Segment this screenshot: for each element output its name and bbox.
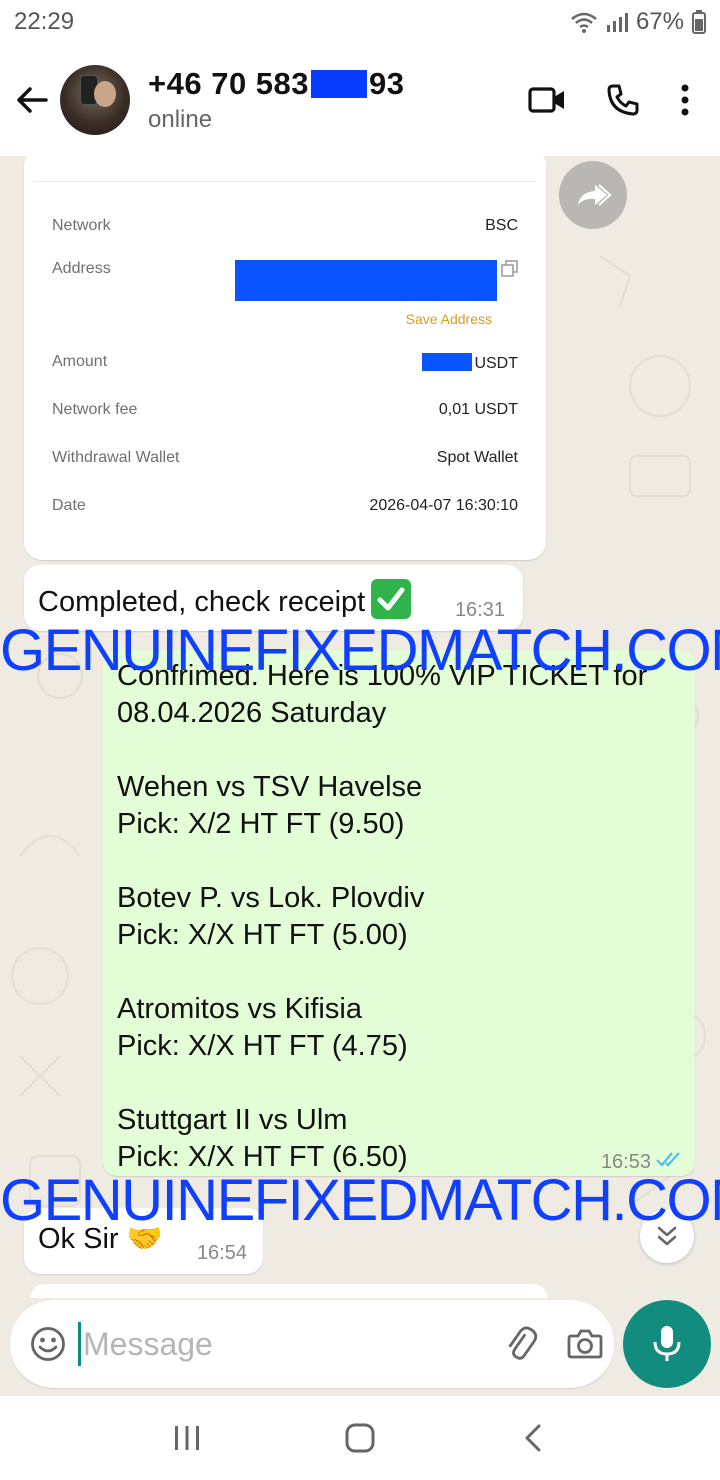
check-emoji-icon	[371, 579, 412, 619]
network-value: BSC	[485, 217, 518, 234]
message-text: Completed, check receipt	[38, 579, 412, 619]
message-composer	[10, 1300, 614, 1388]
receipt-divider	[34, 181, 536, 182]
chat-header: +46 70 583 93 online	[0, 44, 720, 156]
video-call-icon[interactable]	[528, 86, 566, 114]
attach-icon[interactable]	[503, 1326, 539, 1362]
ticket-pick: Pick: X/2 HT FT (9.50)	[117, 808, 405, 840]
receipt-row-fee: Network fee 0,01 USDT	[52, 401, 518, 419]
system-nav-bar	[0, 1396, 720, 1480]
battery-percent: 67%	[635, 8, 684, 35]
ticket-match: Atromitos vs Kifisia	[117, 993, 362, 1025]
contact-name: +46 70 583 93	[148, 66, 528, 102]
amount-unit: USDT	[474, 355, 518, 372]
forward-icon[interactable]	[559, 161, 627, 229]
ticket-pick: Pick: X/X HT FT (4.75)	[117, 1030, 408, 1062]
battery-icon	[692, 10, 706, 34]
phone-icon[interactable]	[606, 83, 640, 117]
wallet-value: Spot Wallet	[436, 449, 518, 466]
home-nav-icon[interactable]	[330, 1408, 390, 1468]
contact-name-prefix: +46 70 583	[148, 66, 310, 101]
message-bubble-ticket[interactable]: Confrimed. Here is 100% VIP TICKET for 0…	[103, 650, 695, 1176]
watermark-text: GENUINEFIXEDMATCH.COM	[0, 618, 720, 683]
wallet-label: Withdrawal Wallet	[52, 449, 180, 466]
amount-redaction	[422, 353, 473, 371]
contact-info[interactable]: +46 70 583 93 online	[148, 66, 528, 134]
receipt-row-wallet: Withdrawal Wallet Spot Wallet	[52, 449, 518, 467]
emoji-icon[interactable]	[30, 1326, 66, 1362]
watermark-text: GENUINEFIXEDMATCH.COM	[0, 1168, 720, 1233]
avatar[interactable]	[60, 65, 130, 135]
wifi-icon	[570, 10, 598, 34]
ticket-line: 08.04.2026 Saturday	[117, 697, 387, 729]
contact-status: online	[148, 106, 213, 133]
address-label: Address	[52, 260, 111, 277]
address-redaction	[235, 260, 497, 301]
ticket-match: Wehen vs TSV Havelse	[117, 771, 423, 803]
redaction-box	[311, 70, 368, 98]
save-address-link: Save Address	[405, 311, 492, 327]
fee-value: 0,01 USDT	[438, 401, 518, 418]
ticket-match: Botev P. vs Lok. Plovdiv	[117, 882, 425, 914]
receipt-row-network: Network BSC	[52, 217, 518, 235]
message-time: 16:54	[196, 1242, 247, 1264]
date-value: 2026-04-07 16:30:10	[369, 497, 518, 514]
fee-label: Network fee	[52, 401, 138, 418]
copy-icon	[501, 260, 519, 283]
status-time: 22:29	[14, 8, 75, 35]
ticket-pick: Pick: X/X HT FT (5.00)	[117, 919, 408, 951]
contact-name-suffix: 93	[369, 66, 405, 101]
network-label: Network	[52, 217, 111, 234]
ticket-match: Stuttgart II vs Ulm	[117, 1104, 348, 1136]
receipt-row-date: Date 2026-04-07 16:30:10	[52, 497, 518, 515]
status-icons: 67%	[570, 8, 706, 36]
date-label: Date	[52, 497, 86, 514]
mic-icon[interactable]	[623, 1300, 711, 1388]
recents-nav-icon[interactable]	[157, 1408, 217, 1468]
back-nav-icon[interactable]	[503, 1408, 563, 1468]
signal-icon	[606, 11, 628, 33]
message-bubble-partial[interactable]	[30, 1284, 548, 1298]
camera-icon[interactable]	[567, 1328, 603, 1360]
message-input[interactable]	[78, 1322, 503, 1366]
amount-label: Amount	[52, 353, 108, 370]
more-options-icon[interactable]	[680, 84, 690, 116]
back-arrow-icon[interactable]	[2, 70, 62, 130]
receipt-image-bubble[interactable]: Network BSC Address Save Address Amount …	[24, 156, 546, 560]
status-bar: 22:29 67%	[0, 0, 720, 44]
receipt-row-amount: Amount USDT	[52, 353, 518, 373]
amount-value: USDT	[422, 353, 518, 373]
chat-area[interactable]: Network BSC Address Save Address Amount …	[0, 156, 720, 1298]
